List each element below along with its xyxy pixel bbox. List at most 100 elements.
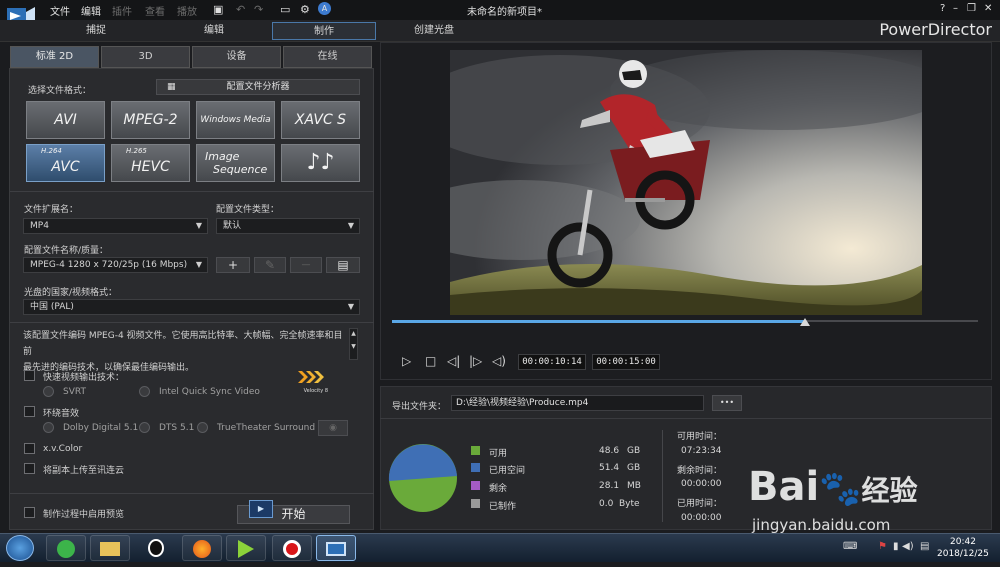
- menu-play[interactable]: 播放: [177, 3, 197, 18]
- next-frame-icon[interactable]: |▷: [469, 354, 482, 368]
- taskbar-explorer-icon[interactable]: [90, 535, 130, 561]
- surround-checkbox[interactable]: [24, 406, 35, 417]
- menu-plugins[interactable]: 插件: [112, 3, 132, 18]
- taskbar-firefox-icon[interactable]: [182, 535, 222, 561]
- tab-3d[interactable]: 3D: [101, 46, 190, 68]
- seekbar-handle-icon[interactable]: [800, 318, 811, 326]
- start-orb-icon[interactable]: [6, 535, 34, 561]
- output-path-field[interactable]: D:\经验\视频经验\Produce.mp4: [451, 395, 704, 411]
- used-time-value: 00:00:00: [681, 513, 722, 523]
- taskbar-qq-icon[interactable]: [136, 535, 176, 561]
- edit-profile-pencil-icon[interactable]: ✎: [254, 257, 286, 273]
- taskbar-date: 2018/12/25: [937, 549, 989, 559]
- mode-capture[interactable]: 捕捉: [58, 22, 134, 40]
- screen-icon[interactable]: ▭: [280, 3, 290, 16]
- save-icon[interactable]: ▣: [213, 3, 223, 16]
- browse-button[interactable]: •••: [712, 395, 742, 411]
- playback-progress-fill: [392, 320, 806, 323]
- menu-view[interactable]: 查看: [145, 3, 165, 18]
- analyzer-icon: ▦: [167, 82, 176, 92]
- description-scrollbar[interactable]: ▲ ▼: [349, 328, 358, 360]
- truetheater-radio[interactable]: [197, 422, 208, 433]
- volume-icon[interactable]: ◁): [492, 354, 506, 368]
- preview-during-produce-label: 制作过程中启用预览: [43, 510, 125, 520]
- mode-bar: [0, 20, 1000, 42]
- region-label: 光盘的国家/视频格式：: [24, 288, 118, 298]
- settings-gear-icon[interactable]: ⚙: [300, 3, 310, 16]
- stop-icon[interactable]: □: [425, 354, 436, 368]
- format-image-sequence-button[interactable]: Image Sequence: [196, 144, 275, 182]
- previous-frame-icon[interactable]: ◁|: [447, 354, 460, 368]
- tray-battery-icon[interactable]: ▮: [893, 541, 899, 552]
- format-audio-button[interactable]: ♪♪: [281, 144, 360, 182]
- redo-icon[interactable]: ↷: [254, 3, 263, 16]
- total-timecode: 00:00:15:00: [592, 354, 660, 370]
- svrt-label: SVRT: [63, 387, 86, 397]
- disk-item-produced-name: 已制作: [489, 502, 517, 512]
- restore-button[interactable]: ❐: [967, 3, 976, 14]
- taskbar-powerdirector-icon[interactable]: [316, 535, 356, 561]
- taskbar-media-player-icon[interactable]: [226, 535, 266, 561]
- format-xavc-button[interactable]: XAVC S: [281, 101, 360, 139]
- disk-item-remaining-name: 剩余: [489, 484, 508, 494]
- dolby-label: Dolby Digital 5.1: [63, 423, 139, 433]
- minimize-button[interactable]: –: [953, 3, 958, 14]
- scroll-up-icon[interactable]: ▲: [350, 329, 357, 338]
- mode-create-disc[interactable]: 创建光盘: [398, 22, 470, 40]
- dts-radio[interactable]: [139, 422, 150, 433]
- tray-volume-icon[interactable]: ◀): [902, 541, 914, 552]
- upload-cloud-checkbox[interactable]: [24, 463, 35, 474]
- used-time-label: 已用时间：: [677, 499, 723, 509]
- remaining-time-value: 00:00:00: [681, 479, 722, 489]
- remove-profile-button[interactable]: —: [290, 257, 322, 273]
- brand-name: PowerDirector: [879, 20, 992, 39]
- tab-standard-2d[interactable]: 标准 2D: [10, 46, 99, 68]
- xvcolor-checkbox[interactable]: [24, 443, 35, 454]
- menu-file[interactable]: 文件: [50, 3, 70, 18]
- upgrade-icon[interactable]: A: [318, 2, 331, 15]
- add-profile-button[interactable]: +: [216, 257, 250, 273]
- available-time-value: 07:23:34: [681, 446, 722, 456]
- disk-item-produced-value: 0.0: [599, 499, 614, 509]
- undo-icon[interactable]: ↶: [236, 3, 245, 16]
- dts-label: DTS 5.1: [159, 423, 195, 433]
- intel-qsv-radio[interactable]: [139, 386, 150, 397]
- profile-quality-dropdown[interactable]: MPEG-4 1280 x 720/25p (16 Mbps) ▼: [23, 257, 208, 273]
- format-avi-button[interactable]: AVI: [26, 101, 105, 139]
- profile-list-icon[interactable]: ▤: [326, 257, 360, 273]
- menu-edit[interactable]: 编辑: [81, 3, 101, 18]
- fast-render-checkbox[interactable]: [24, 370, 35, 381]
- format-avc-button[interactable]: H.264 AVC: [26, 144, 105, 182]
- legend-swatch-remaining: [471, 481, 480, 490]
- tab-online[interactable]: 在线: [283, 46, 372, 68]
- format-hevc-button[interactable]: H.265 HEVC: [111, 144, 190, 182]
- disk-item-available-value: 48.6: [599, 446, 620, 456]
- tab-device[interactable]: 设备: [192, 46, 281, 68]
- tray-keyboard-icon[interactable]: ⌨: [843, 541, 857, 552]
- profile-analyzer-button[interactable]: ▦ 配置文件分析器: [156, 79, 360, 95]
- tray-network-icon[interactable]: ▤: [920, 541, 929, 552]
- format-mpeg2-button[interactable]: MPEG-2: [111, 101, 190, 139]
- taskbar-recorder-icon[interactable]: [272, 535, 312, 561]
- format-wmv-button[interactable]: Windows Media: [196, 101, 275, 139]
- svrt-radio[interactable]: [43, 386, 54, 397]
- taskbar-app-360-icon[interactable]: [46, 535, 86, 561]
- mode-edit[interactable]: 编辑: [176, 22, 252, 40]
- file-ext-dropdown[interactable]: MP4 ▼: [23, 218, 208, 234]
- preview-during-produce-checkbox[interactable]: [24, 507, 35, 518]
- video-preview[interactable]: [450, 50, 922, 315]
- help-button[interactable]: ?: [940, 3, 945, 14]
- play-icon[interactable]: ▷: [402, 354, 411, 368]
- region-dropdown[interactable]: 中国 (PAL) ▼: [23, 299, 360, 315]
- file-ext-label: 文件扩展名：: [24, 205, 79, 215]
- profile-type-dropdown[interactable]: 默认 ▼: [216, 218, 360, 234]
- surround-settings-icon[interactable]: ◉: [318, 420, 348, 436]
- close-button[interactable]: ✕: [984, 3, 992, 14]
- legend-swatch-used: [471, 463, 480, 472]
- tray-flag-icon[interactable]: ⚑: [878, 541, 887, 552]
- format-label: 选择文件格式：: [28, 86, 92, 96]
- scroll-down-icon[interactable]: ▼: [350, 342, 357, 351]
- dolby-radio[interactable]: [43, 422, 54, 433]
- mode-produce[interactable]: 制作: [272, 22, 376, 40]
- remaining-time-label: 剩余时间：: [677, 466, 723, 476]
